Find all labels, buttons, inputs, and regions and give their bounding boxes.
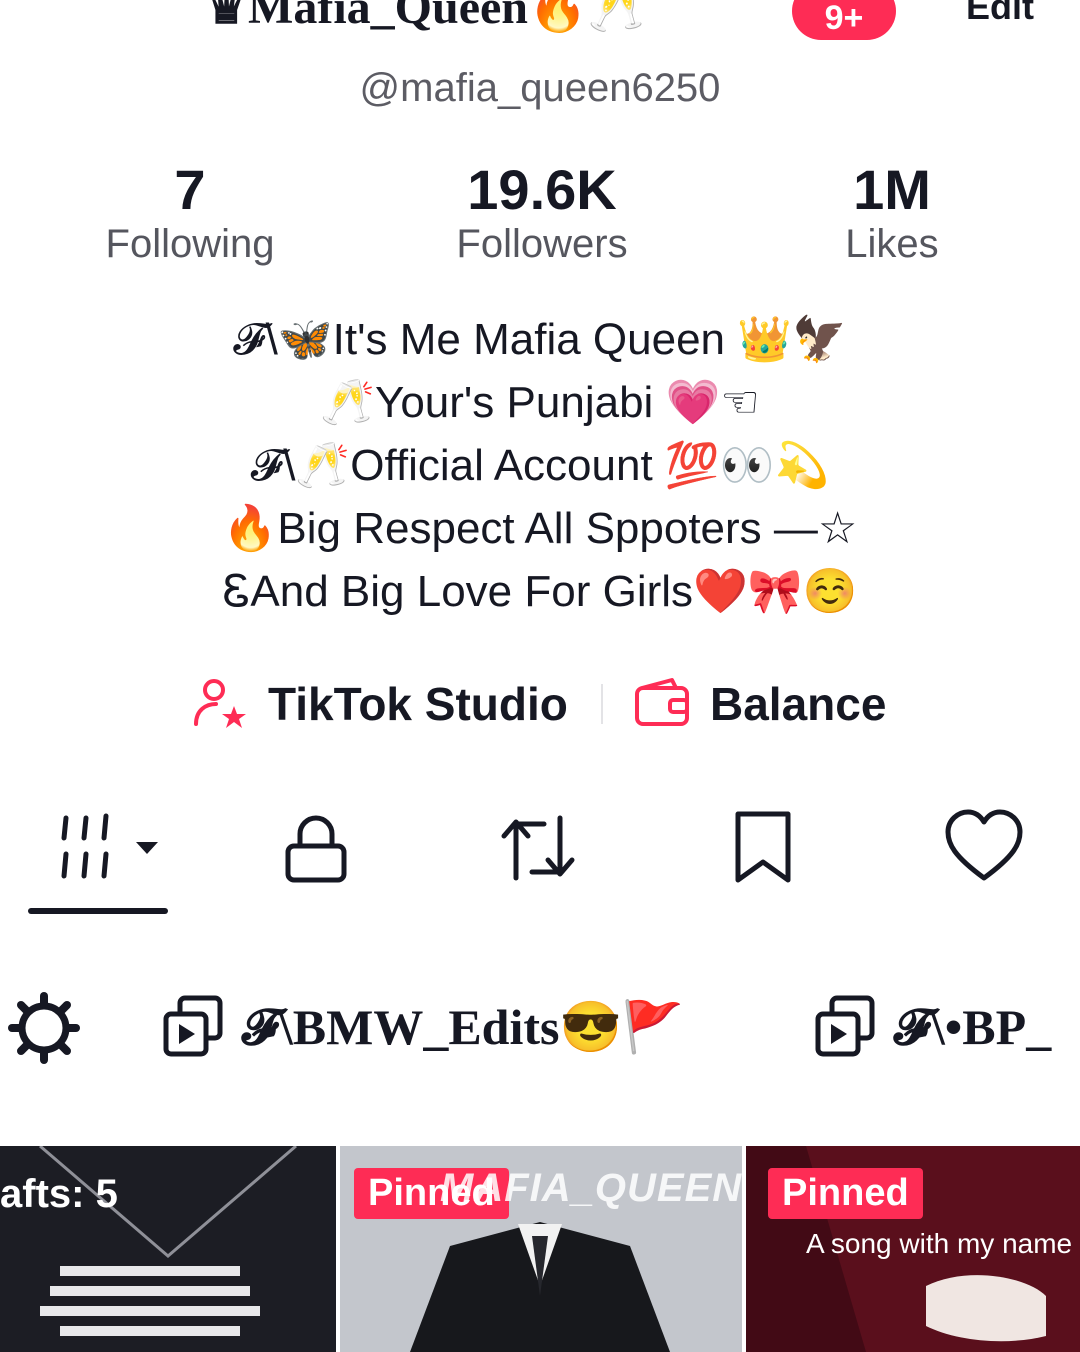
wallet-icon (635, 678, 689, 726)
bio-line: 🔥Big Respect All Sppoters —☆ (222, 504, 858, 553)
tiktok-studio-button[interactable]: TikTok Studio (190, 672, 568, 736)
studio-icon (194, 679, 246, 728)
bio-line: 𝓕\🥂Official Account 💯👀💫 (250, 441, 830, 490)
tab-reposts[interactable] (498, 808, 578, 888)
video-caption: A song with my name (806, 1228, 1073, 1259)
display-name: ♛Mafia_Queen🔥🥂 (205, 0, 648, 34)
bio-line: 𝓕\🦋It's Me Mafia Queen 👑🦅 (233, 315, 847, 364)
bio: 𝓕\🦋It's Me Mafia Queen 👑🦅 🥂Your's Punjab… (0, 308, 1080, 623)
divider (601, 684, 603, 724)
tab-liked[interactable] (944, 808, 1024, 888)
balance-label: Balance (710, 678, 887, 730)
playlist-icon (163, 995, 223, 1057)
balance-button[interactable]: Balance (632, 672, 886, 736)
tiktok-studio-label: TikTok Studio (268, 678, 568, 730)
following-count: 7 (174, 158, 206, 221)
drafts-thumbnail[interactable]: afts: 5 (0, 1146, 336, 1352)
bookmark-icon (735, 811, 791, 883)
video-thumbnail[interactable]: Pinned A song with my name (746, 1146, 1080, 1352)
stat-following[interactable]: 7 Following (40, 158, 340, 267)
edit-profile-button[interactable]: Edit (966, 0, 1034, 28)
playlist-name: 𝓕\BMW_Edits😎🚩 (242, 998, 685, 1055)
stat-likes[interactable]: 1M Likes (742, 158, 1042, 267)
followers-label: Followers (456, 222, 628, 266)
notification-badge[interactable]: 9+ (792, 0, 896, 40)
gear-icon (8, 992, 80, 1064)
likes-label: Likes (845, 222, 939, 266)
playlist-name: 𝓕\•BP_ (894, 998, 1052, 1055)
tab-videos[interactable] (58, 808, 158, 888)
repost-icon (501, 815, 575, 881)
following-label: Following (105, 222, 275, 266)
watermark: MAFIA_QUEEN (440, 1166, 743, 1210)
playlist-icon (815, 995, 875, 1057)
playlist-settings-button[interactable] (8, 992, 80, 1069)
drafts-count: afts: 5 (0, 1172, 118, 1216)
tab-private[interactable] (276, 808, 356, 888)
playlist-item[interactable]: 𝓕\BMW_Edits😎🚩 (162, 994, 684, 1060)
stat-followers[interactable]: 19.6K Followers (392, 158, 692, 267)
username: @mafia_queen6250 (359, 66, 721, 110)
heart-icon (945, 809, 1023, 881)
active-tab-indicator (28, 908, 168, 914)
bio-line: 🥂Your's Punjabi 💗☜ (320, 378, 760, 427)
followers-count: 19.6K (467, 158, 617, 221)
grid-icon (61, 813, 158, 879)
pinned-badge: Pinned (768, 1168, 923, 1219)
likes-count: 1M (853, 158, 931, 221)
bio-line: ᏋAnd Big Love For Girls❤️🎀☺️ (222, 567, 858, 616)
playlist-item[interactable]: 𝓕\•BP_ (814, 994, 1051, 1060)
tab-favorites[interactable] (724, 808, 804, 888)
lock-icon (285, 815, 347, 883)
